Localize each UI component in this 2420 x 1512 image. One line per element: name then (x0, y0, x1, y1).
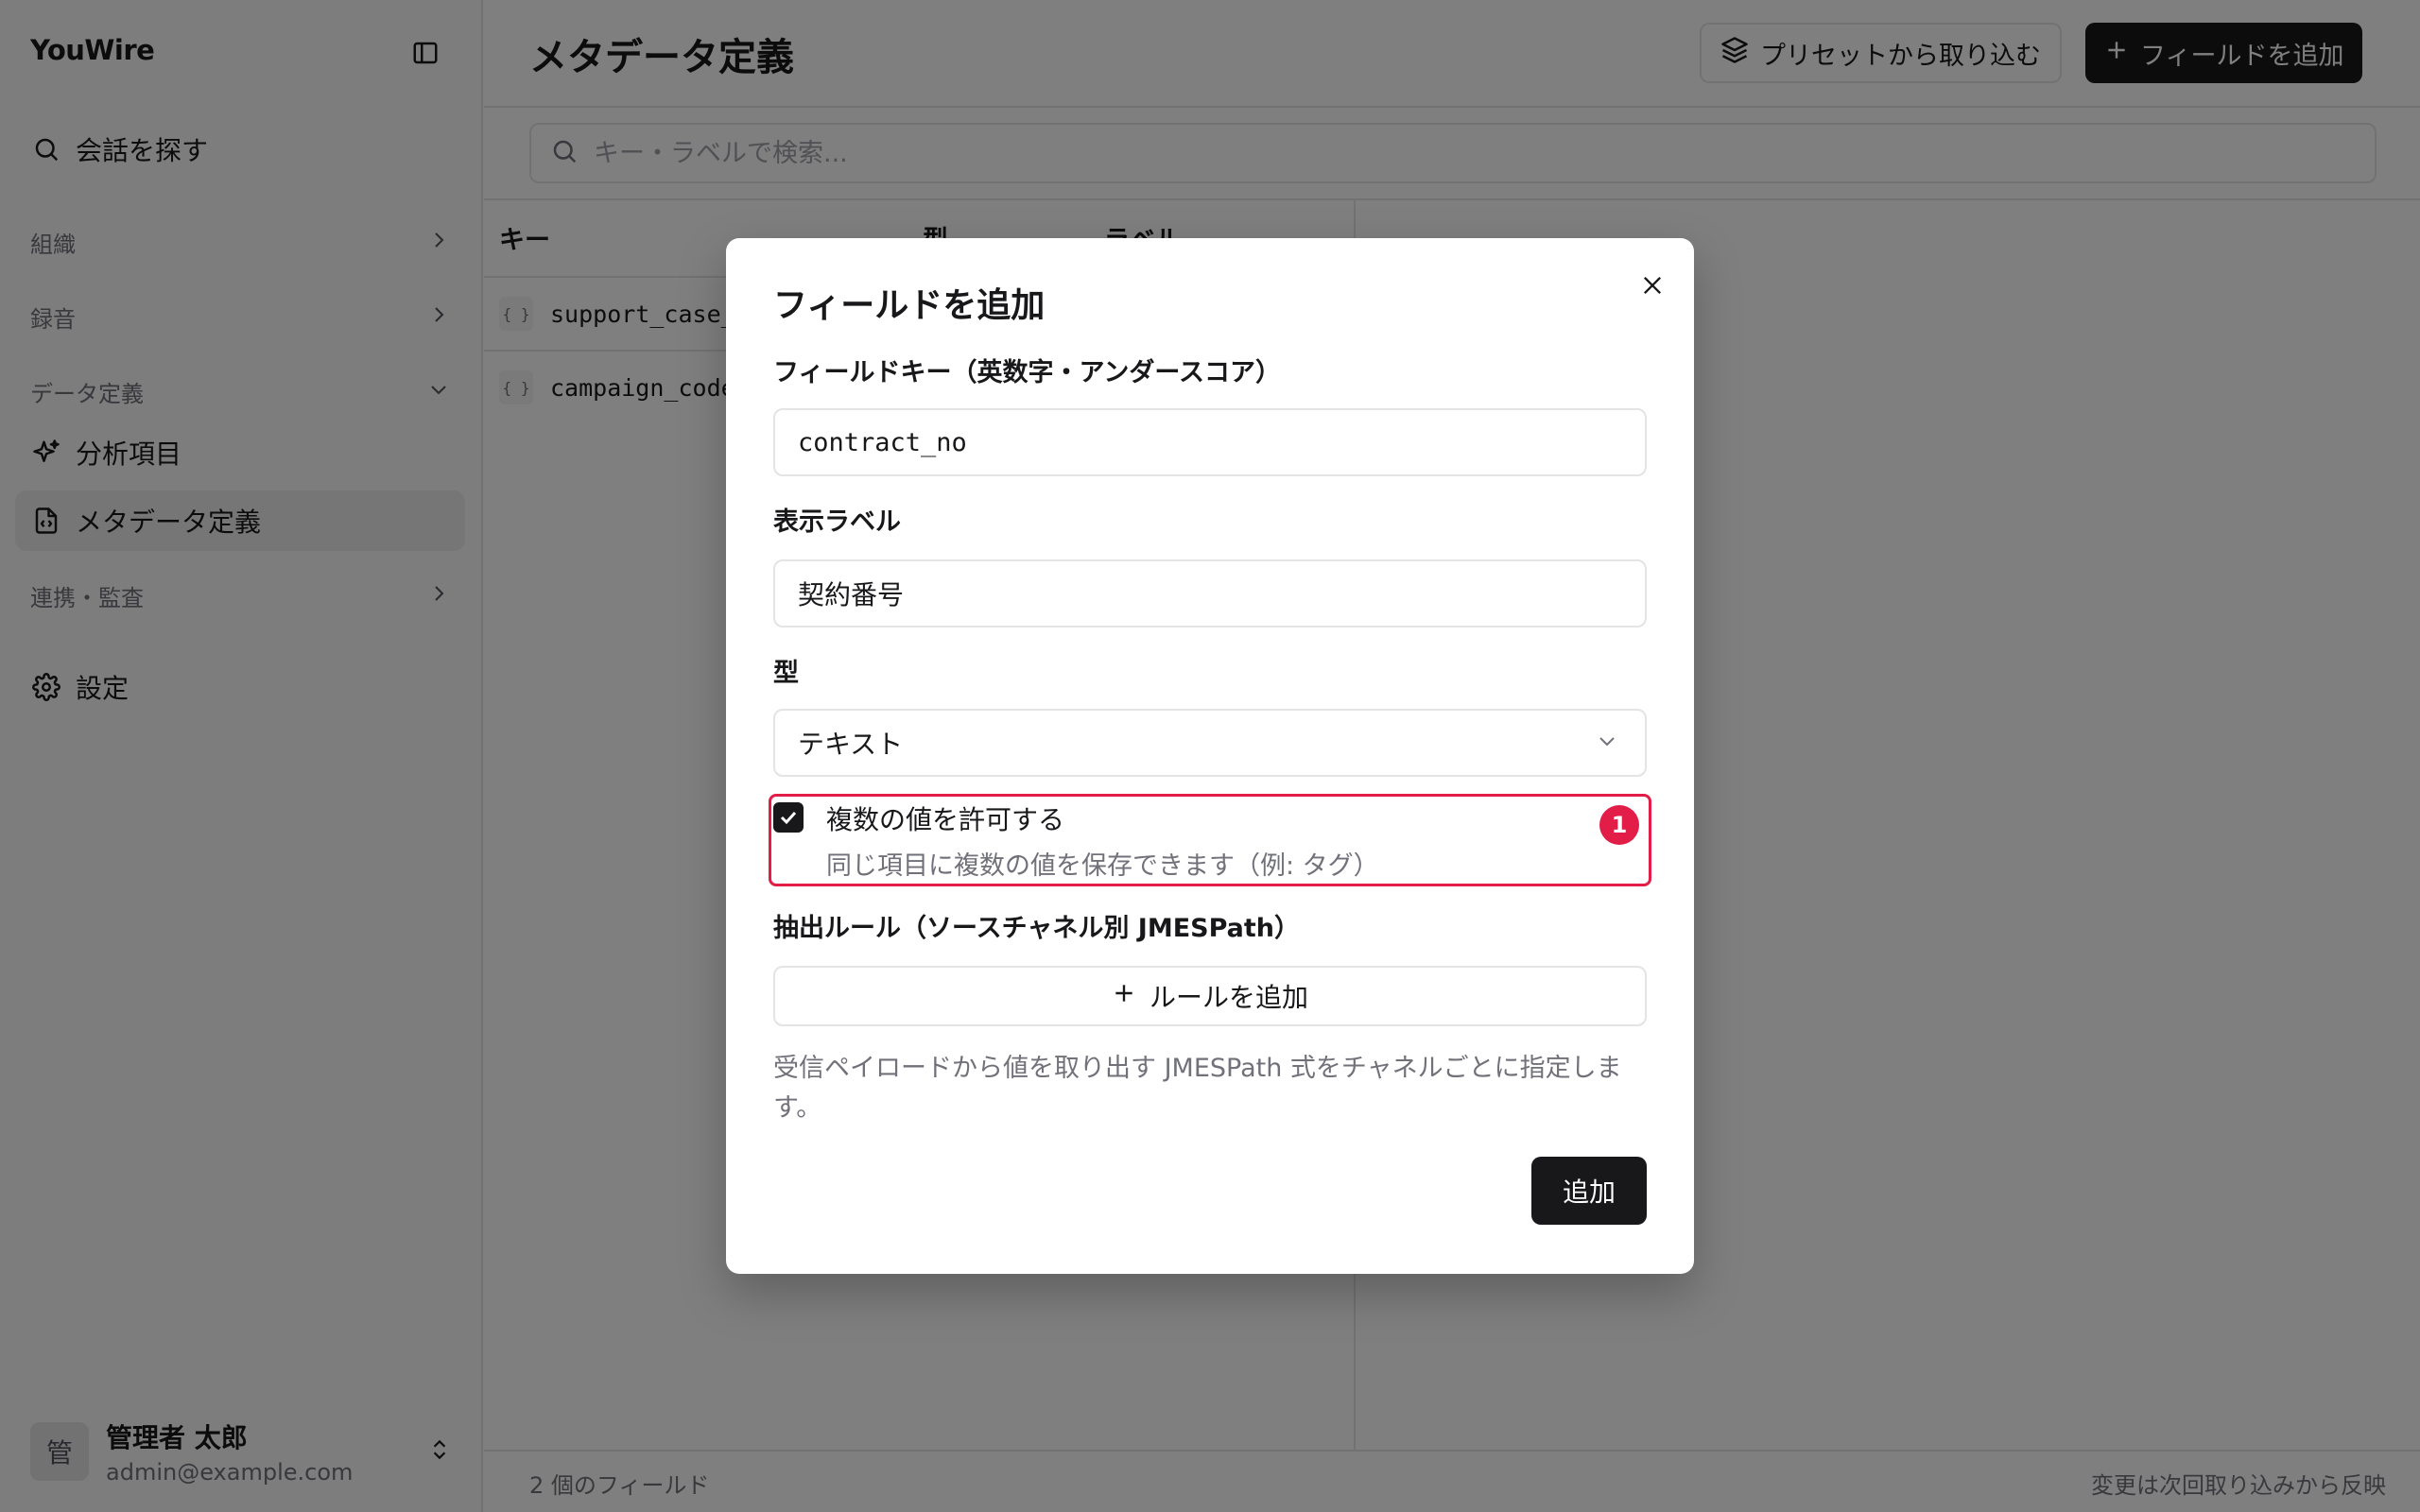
type-label: 型 (773, 659, 799, 688)
field-key-input[interactable] (798, 427, 1630, 457)
allow-multiple-description: 同じ項目に複数の値を保存できます（例: タグ） (826, 851, 1379, 881)
annotation-badge: 1 (1599, 805, 1639, 845)
field-key-field[interactable] (773, 408, 1647, 476)
add-field-dialog: フィールドを追加 フィールドキー（英数字・アンダースコア） 表示ラベル 型 テキ… (726, 238, 1694, 1274)
plus-icon (1112, 981, 1136, 1012)
submit-button[interactable]: 追加 (1531, 1157, 1647, 1225)
extraction-rules-label: 抽出ルール（ソースチャネル別 JMESPath） (773, 914, 1300, 943)
display-label-label: 表示ラベル (773, 507, 901, 537)
display-label-input[interactable] (798, 577, 1630, 610)
close-icon[interactable] (1634, 266, 1671, 304)
extraction-hint: 受信ペイロードから値を取り出す JMESPath 式をチャネルごとに指定します。 (773, 1054, 1622, 1123)
allow-multiple-checkbox[interactable] (773, 802, 804, 833)
type-select[interactable]: テキスト (773, 709, 1647, 777)
add-rule-button[interactable]: ルールを追加 (773, 966, 1647, 1026)
field-key-label: フィールドキー（英数字・アンダースコア） (773, 358, 1282, 387)
allow-multiple-label[interactable]: 複数の値を許可する (826, 799, 1064, 837)
type-select-value: テキスト (798, 729, 904, 760)
chevron-down-icon (1596, 728, 1618, 759)
add-rule-label: ルールを追加 (1149, 982, 1308, 1013)
dialog-title: フィールドを追加 (773, 286, 1046, 325)
display-label-field[interactable] (773, 559, 1647, 627)
